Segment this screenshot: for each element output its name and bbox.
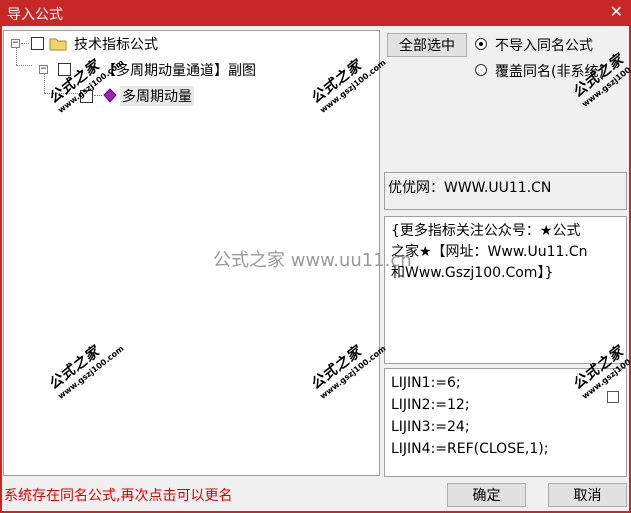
code-line: LIJIN1:=6; (391, 375, 461, 391)
radio-overwrite-duplicates-label[interactable]: 覆盖同名(非系统) (495, 61, 604, 81)
collapse-toggle[interactable]: − (11, 39, 20, 48)
formula-tree[interactable]: − 技术指标公式 − 【多周期动量通道】副图 多周期动量 (3, 30, 380, 476)
formula-gem-icon (103, 88, 117, 103)
collapse-toggle[interactable]: − (39, 65, 48, 74)
close-icon[interactable]: ✕ (610, 2, 623, 21)
status-message: 系统存在同名公式,再次点击可以更名 (4, 488, 233, 504)
tree-node-leaf[interactable]: 多周期动量 (4, 85, 374, 106)
ok-button[interactable]: 确定 (447, 483, 526, 507)
root-checkbox[interactable] (31, 37, 44, 50)
select-all-button[interactable]: 全部选中 (387, 33, 467, 57)
tree-label-leaf: 多周期动量 (120, 86, 194, 106)
formula-description[interactable]: {更多指标关注公众号：★公式 之家★【网址：Www.Uu11.Cn 和Www.G… (384, 216, 627, 364)
radio-overwrite-duplicates[interactable] (475, 64, 487, 76)
folder-icon (49, 38, 67, 51)
tree-guide-line (94, 95, 102, 96)
website-text: 优优网：WWW.UU11.CN (388, 180, 552, 196)
tree-node-root[interactable]: − 技术指标公式 (4, 33, 374, 53)
title-bar: 导入公式 ✕ (0, 0, 631, 26)
website-field: 优优网：WWW.UU11.CN (384, 172, 627, 210)
tree-guide-line (21, 43, 29, 44)
formula-code[interactable]: LIJIN1:=6; LIJIN2:=12; LIJIN3:=24; LIJIN… (384, 368, 627, 477)
tree-node-child[interactable]: − 【多周期动量通道】副图 (4, 59, 374, 79)
description-line: {更多指标关注公众号：★公式 (391, 223, 581, 239)
code-line: LIJIN3:=24; (391, 419, 470, 435)
cancel-button[interactable]: 取消 (548, 483, 627, 507)
window-title: 导入公式 (7, 7, 63, 23)
code-scroll-box[interactable] (607, 391, 619, 403)
leaf-checkbox[interactable] (80, 90, 93, 103)
tree-label-root: 技术指标公式 (74, 37, 158, 53)
tree-label-child: 【多周期动量通道】副图 (102, 63, 256, 79)
radio-skip-duplicates-label[interactable]: 不导入同名公式 (495, 35, 593, 55)
child-checkbox[interactable] (58, 63, 71, 76)
description-line: 和Www.Gszj100.Com】} (391, 265, 554, 281)
description-line: 之家★【网址：Www.Uu11.Cn (391, 244, 588, 260)
radio-skip-duplicates[interactable] (475, 38, 487, 50)
code-line: LIJIN2:=12; (391, 397, 470, 413)
code-line: LIJIN4:=REF(CLOSE,1); (391, 441, 549, 457)
